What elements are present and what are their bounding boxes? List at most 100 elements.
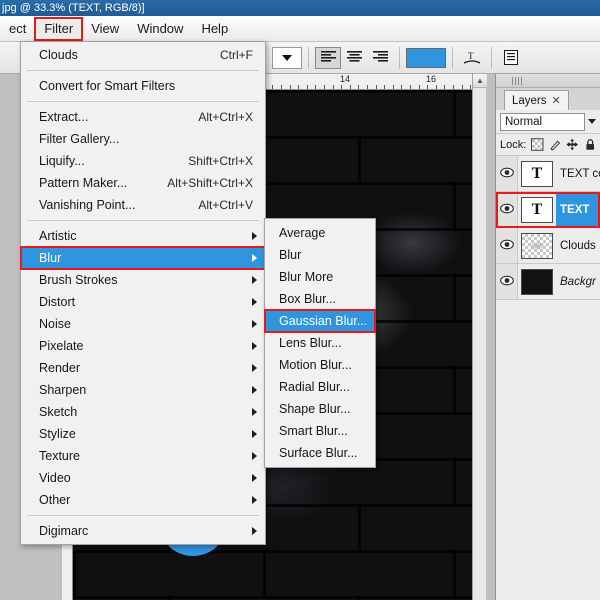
layer-thumbnail[interactable] <box>521 232 553 259</box>
blur-submenu-item-blur-more[interactable]: Blur More <box>265 266 375 288</box>
layer-visibility-toggle[interactable] <box>496 228 518 263</box>
filter-menu-item-texture[interactable]: Texture <box>21 445 265 467</box>
layer-row[interactable]: T TEXT co <box>496 156 600 192</box>
chevron-right-icon <box>252 496 257 504</box>
filter-menu-item-sketch[interactable]: Sketch <box>21 401 265 423</box>
chevron-right-icon <box>252 320 257 328</box>
align-center-icon <box>346 51 362 62</box>
blur-submenu-item-lens-blur[interactable]: Lens Blur... <box>265 332 375 354</box>
layer-visibility-toggle[interactable] <box>496 156 518 191</box>
filter-menu-item-stylize[interactable]: Stylize <box>21 423 265 445</box>
blur-submenu-item-box-blur[interactable]: Box Blur... <box>265 288 375 310</box>
filter-menu-item-brush-strokes[interactable]: Brush Strokes <box>21 269 265 291</box>
chevron-right-icon <box>252 430 257 438</box>
align-right-icon <box>372 51 388 62</box>
filter-menu-item-pattern-maker[interactable]: Pattern Maker... Alt+Shift+Ctrl+X <box>21 172 265 194</box>
menu-window[interactable]: Window <box>128 18 192 40</box>
layer-thumbnail[interactable]: T <box>521 160 553 187</box>
align-left-icon <box>320 51 336 62</box>
lock-all-icon[interactable] <box>584 138 596 151</box>
blur-submenu-item-motion-blur[interactable]: Motion Blur... <box>265 354 375 376</box>
font-size-dropdown[interactable] <box>272 46 302 69</box>
menu-item-label: Smart Blur... <box>279 424 348 438</box>
ruler-label: 14 <box>340 74 351 84</box>
menu-item-label: Gaussian Blur... <box>279 314 368 328</box>
layer-row[interactable]: T TEXT <box>496 192 600 228</box>
panel-drag-grip[interactable] <box>496 74 600 88</box>
lock-position-icon[interactable] <box>566 138 579 151</box>
blur-submenu-item-gaussian-blur[interactable]: Gaussian Blur... <box>264 309 376 333</box>
menu-item-label: Liquify... <box>39 154 85 168</box>
layer-row[interactable]: Clouds <box>496 228 600 264</box>
menu-item-label: Blur More <box>279 270 334 284</box>
blur-submenu-item-blur[interactable]: Blur <box>265 244 375 266</box>
canvas-vertical-scrollbar[interactable]: ▲ <box>472 74 487 600</box>
lock-image-pixels-icon[interactable] <box>549 138 561 151</box>
blur-submenu[interactable]: Average Blur Blur More Box Blur... Gaussian … <box>264 218 376 468</box>
chevron-right-icon <box>252 254 257 262</box>
menu-item-label: Artistic <box>39 229 77 243</box>
menu-item-shortcut: Alt+Ctrl+V <box>198 198 253 212</box>
blur-submenu-item-surface-blur[interactable]: Surface Blur... <box>265 442 375 464</box>
blur-submenu-item-radial-blur[interactable]: Radial Blur... <box>265 376 375 398</box>
filter-menu-item-pixelate[interactable]: Pixelate <box>21 335 265 357</box>
menu-item-label: Pattern Maker... <box>39 176 128 190</box>
menu-item-label: Convert for Smart Filters <box>39 79 176 93</box>
filter-menu-item-artistic[interactable]: Artistic <box>21 225 265 247</box>
menu-item-label: Distort <box>39 295 76 309</box>
menu-item-label: Pixelate <box>39 339 84 353</box>
warp-text-button[interactable]: T <box>459 47 485 69</box>
layer-visibility-toggle[interactable] <box>496 192 518 227</box>
lock-transparency-icon[interactable] <box>531 138 544 151</box>
layer-thumbnail[interactable] <box>521 268 553 295</box>
filter-menu-item-convert-for-smart-filters[interactable]: Convert for Smart Filters <box>21 75 265 97</box>
chevron-right-icon <box>252 364 257 372</box>
eye-icon <box>499 239 514 253</box>
blur-submenu-item-shape-blur[interactable]: Shape Blur... <box>265 398 375 420</box>
filter-menu-item-other[interactable]: Other <box>21 489 265 511</box>
text-color-swatch[interactable] <box>406 47 446 68</box>
chevron-right-icon <box>252 342 257 350</box>
close-icon[interactable]: ✕ <box>552 94 561 107</box>
filter-menu-item-extract[interactable]: Extract... Alt+Ctrl+X <box>21 106 265 128</box>
chevron-down-icon[interactable] <box>588 119 596 124</box>
filter-menu-item-digimarc[interactable]: Digimarc <box>21 520 265 542</box>
eye-icon <box>499 203 514 217</box>
window-titlebar: jpg @ 33.3% (TEXT, RGB/8)] <box>0 0 600 16</box>
filter-menu-item-clouds[interactable]: Clouds Ctrl+F <box>21 44 265 66</box>
layers-list: T TEXT co TTEXT Clouds Backgr <box>496 156 600 300</box>
blend-mode-select[interactable]: Normal <box>500 112 585 131</box>
filter-menu-item-liquify[interactable]: Liquify... Shift+Ctrl+X <box>21 150 265 172</box>
layer-thumbnail[interactable]: T <box>521 196 553 223</box>
layer-visibility-toggle[interactable] <box>496 264 518 299</box>
tab-layers[interactable]: Layers ✕ <box>504 90 569 110</box>
blur-submenu-item-smart-blur[interactable]: Smart Blur... <box>265 420 375 442</box>
filter-menu-item-filter-gallery[interactable]: Filter Gallery... <box>21 128 265 150</box>
align-right-button[interactable] <box>367 47 393 69</box>
filter-menu-item-sharpen[interactable]: Sharpen <box>21 379 265 401</box>
scroll-up-icon[interactable]: ▲ <box>473 74 487 88</box>
align-center-button[interactable] <box>341 47 367 69</box>
toggle-panels-button[interactable] <box>498 47 524 69</box>
filter-dropdown-menu[interactable]: Clouds Ctrl+F Convert for Smart Filters Ext… <box>20 41 266 545</box>
filter-menu-item-distort[interactable]: Distort <box>21 291 265 313</box>
filter-menu-item-video[interactable]: Video <box>21 467 265 489</box>
menu-view[interactable]: View <box>82 18 128 40</box>
menu-item-label: Vanishing Point... <box>39 198 136 212</box>
blur-submenu-item-average[interactable]: Average <box>265 222 375 244</box>
layer-row[interactable]: Backgr <box>496 264 600 300</box>
menubar: ect Filter View Window Help <box>0 16 600 42</box>
ruler-label: 16 <box>426 74 437 84</box>
menu-filter[interactable]: Filter <box>34 16 84 41</box>
filter-menu-item-noise[interactable]: Noise <box>21 313 265 335</box>
eye-icon <box>499 275 514 289</box>
filter-menu-item-vanishing-point[interactable]: Vanishing Point... Alt+Ctrl+V <box>21 194 265 216</box>
window-title: jpg @ 33.3% (TEXT, RGB/8)] <box>2 2 145 14</box>
align-left-button[interactable] <box>315 46 341 69</box>
filter-menu-item-blur[interactable]: Blur <box>20 246 266 270</box>
divider <box>491 46 492 69</box>
menu-select[interactable]: ect <box>0 18 35 40</box>
filter-menu-item-render[interactable]: Render <box>21 357 265 379</box>
menu-help[interactable]: Help <box>192 18 237 40</box>
eye-icon <box>499 167 514 181</box>
